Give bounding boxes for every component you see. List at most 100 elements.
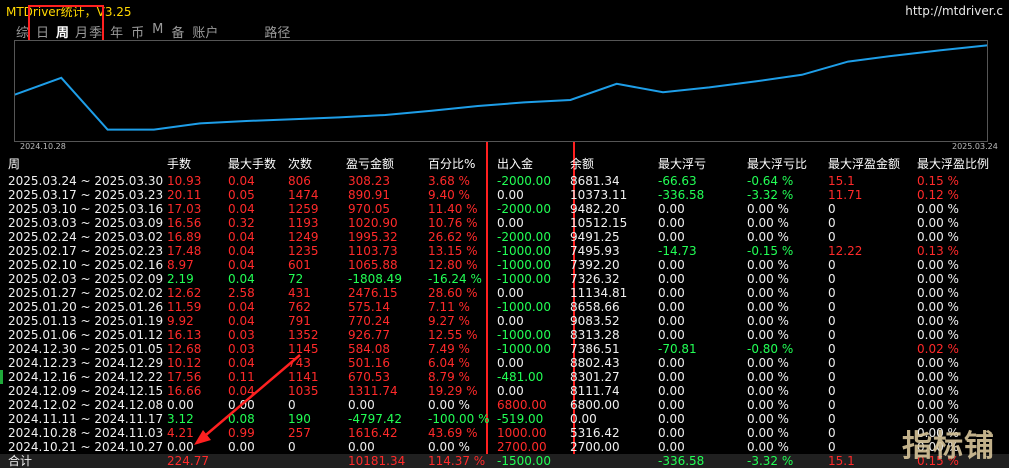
table-row[interactable]: 2024.12.16 ~ 2024.12.22 17.56 0.11 1141 670.… [0,370,1009,384]
cell-maxlot: 0.32 [228,216,255,230]
header-max-drawdown[interactable]: 最大浮亏 [658,157,706,171]
balance-point [754,80,757,83]
header-balance[interactable]: 余额 [570,157,594,171]
tab-daily[interactable]: 日 [36,22,49,41]
header-week[interactable]: 周 [8,157,20,171]
cell-maxlot: 0.04 [228,384,255,398]
cell-week: 2025.03.03 ~ 2025.03.09 [8,216,164,230]
cell-flow: -1000.00 [497,258,551,272]
chart-start-date: 2024.10.28 [20,142,66,151]
table-row[interactable]: 2025.02.03 ~ 2025.02.09 2.19 0.04 72 -1808.4… [0,272,1009,286]
cell-balance: 9482.20 [570,202,620,216]
cell-balance: 6800.00 [570,398,620,412]
cell-count: 0 [288,398,296,412]
cell-maxlot: 0.04 [228,174,255,188]
table-row[interactable]: 2024.12.02 ~ 2024.12.08 0.00 0.00 0 0.00 0.00… [0,398,1009,412]
cell-maxdd: -336.58 [658,454,705,468]
tab-currency[interactable]: 币 [131,22,144,41]
cell-count: 1235 [288,244,319,258]
cell-lots: 3.12 [167,412,194,426]
cell-week: 2025.02.17 ~ 2025.02.23 [8,244,164,258]
header-max-profit[interactable]: 最大浮盈金额 [828,157,900,171]
cell-week: 2025.02.10 ~ 2025.02.16 [8,258,164,272]
balance-point [847,60,849,63]
table-row[interactable]: 2025.01.27 ~ 2025.02.02 12.62 2.58 431 2476.… [0,286,1009,300]
cell-maxdd: -14.73 [658,244,697,258]
header-deposit[interactable]: 出入金 [497,157,533,171]
table-row[interactable]: 2024.10.28 ~ 2024.11.03 4.21 0.99 257 1616.4… [0,426,1009,440]
cell-lots: 8.97 [167,258,194,272]
cell-maxddpct: 0.00 % [747,440,789,454]
balance-point [60,77,63,79]
cell-count: 762 [288,300,311,314]
table-row[interactable]: 2025.02.17 ~ 2025.02.23 17.48 0.04 1235 1103… [0,244,1009,258]
balance-point [893,54,896,57]
cell-maxfp: 15.1 [828,174,855,188]
cell-maxfppct: 0.00 % [917,230,959,244]
table-row[interactable]: 2025.02.10 ~ 2025.02.16 8.97 0.04 601 1065.8… [0,258,1009,272]
cell-maxdd: 0.00 [658,328,685,342]
cell-maxlot: 0.04 [228,230,255,244]
header-max-lots[interactable]: 最大手数 [228,157,276,171]
table-row[interactable]: 2024.12.30 ~ 2025.01.05 12.68 0.03 1145 584.… [0,342,1009,356]
tab-path[interactable]: 路径 [264,22,290,41]
header-pnl[interactable]: 盈亏金额 [346,157,394,171]
tab-monthly[interactable]: 月 [75,22,88,41]
table-row[interactable]: 2025.02.24 ~ 2025.03.02 16.89 0.04 1249 1995… [0,230,1009,244]
cell-maxdd: 0.00 [658,300,685,314]
table-row[interactable]: 2024.10.21 ~ 2024.10.27 0.00 0.00 0 0.00 0.00… [0,440,1009,454]
tab-quarterly[interactable]: 季 [89,22,102,41]
cell-maxdd: 0.00 [658,258,685,272]
tab-weekly[interactable]: 周 [56,22,69,41]
cell-lots: 16.89 [167,230,202,244]
header-max-profit-pct[interactable]: 最大浮盈比例 [917,157,989,171]
tab-yearly[interactable]: 年 [110,22,123,41]
tab-overall[interactable]: 综 [16,22,29,41]
tab-m[interactable]: M [152,22,163,40]
table-row[interactable]: 2025.03.17 ~ 2025.03.23 20.11 0.05 1474 890.… [0,188,1009,202]
cell-maxdd: 0.00 [658,426,685,440]
tab-notes[interactable]: 备 [171,22,184,41]
table-row[interactable]: 2024.12.23 ~ 2024.12.29 10.12 0.04 743 501.1… [0,356,1009,370]
cell-maxddpct: 0.00 % [747,426,789,440]
cell-week: 2025.01.27 ~ 2025.02.02 [8,286,164,300]
cell-flow: 0.00 [497,314,524,328]
header-max-drawdown-pct[interactable]: 最大浮亏比 [747,157,807,171]
table-total-row[interactable]: 合计 224.77 10181.34 114.37 % -1500.00 -336.58 -… [0,454,1009,468]
cell-balance: 8111.74 [570,384,620,398]
header-lots[interactable]: 手数 [167,157,191,171]
app-url-link[interactable]: http://mtdriver.c [905,4,1003,18]
cell-count: 791 [288,314,311,328]
table-row[interactable]: 2024.11.11 ~ 2024.11.17 3.12 0.08 190 -4797.… [0,412,1009,426]
cell-pnl: -4797.42 [348,412,402,426]
cell-maxddpct: 0.00 % [747,202,789,216]
header-count[interactable]: 次数 [288,157,312,171]
balance-point [245,120,248,122]
cell-maxdd: 0.00 [658,314,685,328]
table-row[interactable]: 2025.03.03 ~ 2025.03.09 16.56 0.32 1193 1020… [0,216,1009,230]
cell-week: 2024.12.23 ~ 2024.12.29 [8,356,164,370]
cell-pnl: 1616.42 [348,426,398,440]
cell-flow: -481.00 [497,370,544,384]
cell-maxlot: 0.03 [228,342,255,356]
cell-maxfppct: 0.00 % [917,384,959,398]
table-row[interactable]: 2024.12.09 ~ 2024.12.15 16.66 0.04 1035 1311… [0,384,1009,398]
header-percent[interactable]: 百分比% [428,157,475,171]
cell-flow: 0.00 [497,384,524,398]
cell-maxlot: 0.04 [228,272,255,286]
cell-pct: 10.76 % [428,216,478,230]
watermark-logo: 指标铺 [902,429,995,464]
table-row[interactable]: 2025.01.06 ~ 2025.01.12 16.13 0.03 1352 926.… [0,328,1009,342]
cell-flow: 6800.00 [497,398,547,412]
tab-account[interactable]: 账户 [192,22,218,41]
cell-pnl: 575.14 [348,300,390,314]
cell-pct: 12.55 % [428,328,478,342]
table-row[interactable]: 2025.01.13 ~ 2025.01.19 9.92 0.04 791 770.24… [0,314,1009,328]
table-row[interactable]: 2025.01.20 ~ 2025.01.26 11.59 0.04 762 575.1… [0,300,1009,314]
balance-point [615,83,618,85]
table-row[interactable]: 2025.03.24 ~ 2025.03.30 10.93 0.04 806 308.2… [0,174,1009,188]
cell-lots: 20.11 [167,188,202,202]
table-row[interactable]: 2025.03.10 ~ 2025.03.16 17.03 0.04 1259 970.… [0,202,1009,216]
balance-point [801,74,803,76]
cell-pnl: 2476.15 [348,286,398,300]
